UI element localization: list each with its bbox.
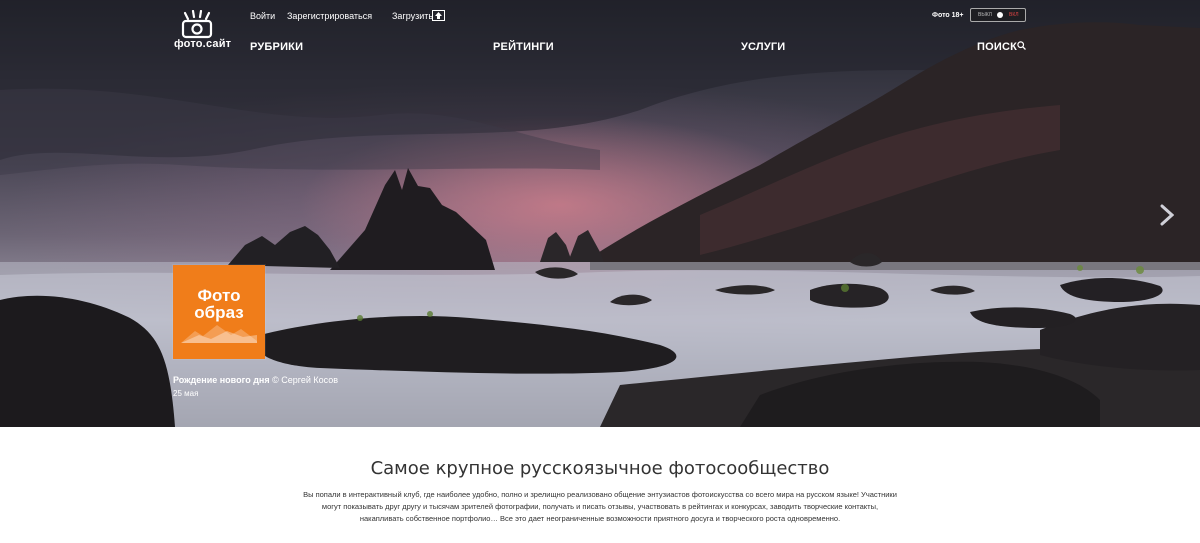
toggle-on-label: ВКЛ	[1009, 12, 1019, 18]
photo-author-link[interactable]: © Сергей Косов	[272, 375, 338, 385]
nav-rubrics[interactable]: РУБРИКИ	[250, 41, 303, 53]
next-slide-arrow-icon[interactable]	[1160, 204, 1174, 226]
photo-date: 25 мая	[173, 389, 199, 398]
badge-text: Фото образ	[173, 287, 265, 321]
search-icon[interactable]	[1017, 41, 1026, 50]
upload-icon[interactable]	[432, 10, 445, 21]
nav-services[interactable]: УСЛУГИ	[741, 41, 785, 53]
upload-link[interactable]: Загрузить	[392, 11, 433, 21]
mountains-icon	[181, 325, 257, 343]
register-link[interactable]: Зарегистрироваться	[287, 11, 372, 21]
intro-description: Вы попали в интерактивный клуб, где наиб…	[303, 490, 897, 523]
photo-caption: Рождение нового дня © Сергей Косов	[173, 375, 338, 385]
photo-title-link[interactable]: Рождение нового дня	[173, 375, 270, 385]
adult-filter-toggle[interactable]: ВЫКЛ ВКЛ	[970, 8, 1026, 22]
adult-filter-label: Фото 18+	[932, 12, 964, 19]
badge-text-line2: образ	[194, 303, 244, 322]
logo-text[interactable]: фото.сайт	[174, 38, 231, 50]
top-bar: фото.сайт Войти Зарегистрироваться Загру…	[0, 0, 1200, 80]
badge-text-line1: Фото	[197, 286, 241, 305]
nav-search[interactable]: ПОИСК	[977, 41, 1017, 53]
toggle-knob[interactable]	[997, 12, 1003, 18]
toggle-off-label: ВЫКЛ	[978, 12, 992, 18]
nav-ratings[interactable]: РЕЙТИНГИ	[493, 41, 554, 53]
photo-of-day-badge[interactable]: Фото образ	[173, 265, 265, 359]
hero-slideshow: фото.сайт Войти Зарегистрироваться Загру…	[0, 0, 1200, 427]
intro-heading: Самое крупное русскоязычное фотосообщест…	[370, 458, 830, 479]
login-link[interactable]: Войти	[250, 11, 275, 21]
